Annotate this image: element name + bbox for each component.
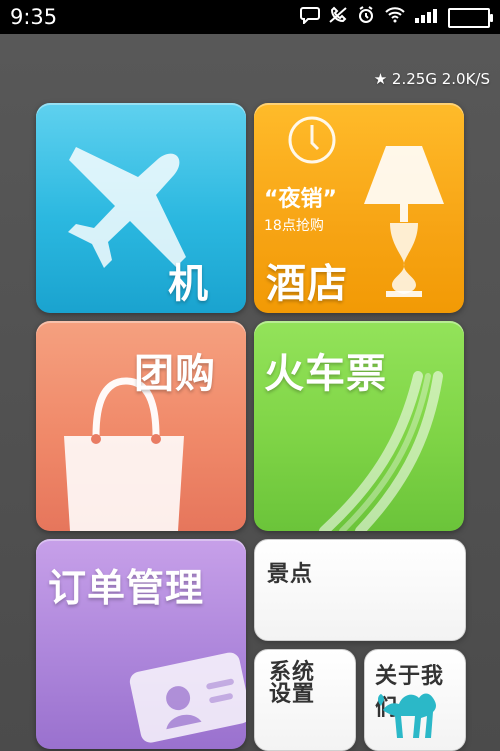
tile-label-order-management: 订单管理 [48,566,205,610]
status-bar: 9:35 [0,0,500,34]
chat-bubble-icon [300,6,320,29]
tile-label-group-buy: 团购 [134,351,216,397]
phone-mute-icon [328,6,348,29]
tile-label-scenic: 景点 [267,562,314,587]
tile-label-train: 火车票 [264,351,387,397]
home-screen: ★ 2.25G 2.0K/S 机票 “夜销” 18点抢购 酒店 [0,34,500,751]
tile-flight[interactable]: 机票 [36,103,246,313]
tile-label-settings: 系统 设置 [269,660,316,707]
camel-icon [378,693,436,738]
tile-settings[interactable]: 系统 设置 [254,649,356,751]
signal-icon [414,6,440,29]
tile-hotel[interactable]: “夜销” 18点抢购 酒店 [254,103,464,313]
tile-label-hotel: 酒店 [266,261,348,307]
tile-label-flight: 机票 [168,261,209,307]
night-sale-subtitle: 18点抢购 [264,218,324,234]
night-sale-title: “夜销” [264,187,337,212]
wifi-icon [384,6,406,29]
alarm-icon [356,6,376,29]
status-icons [300,6,493,29]
network-speed-overlay: ★ 2.25G 2.0K/S [373,70,490,88]
night-sale-badge: “夜销” 18点抢购 [264,181,337,235]
tile-train[interactable]: 火车票 [254,321,464,531]
battery-icon [448,7,493,28]
status-time: 9:35 [10,5,58,29]
tile-order-management[interactable]: 订单管理 [36,539,246,749]
tile-about-us[interactable]: 关于我们 [364,649,466,751]
tile-scenic[interactable]: 景点 [254,539,466,641]
tile-group-buy[interactable]: 团购 [36,321,246,531]
